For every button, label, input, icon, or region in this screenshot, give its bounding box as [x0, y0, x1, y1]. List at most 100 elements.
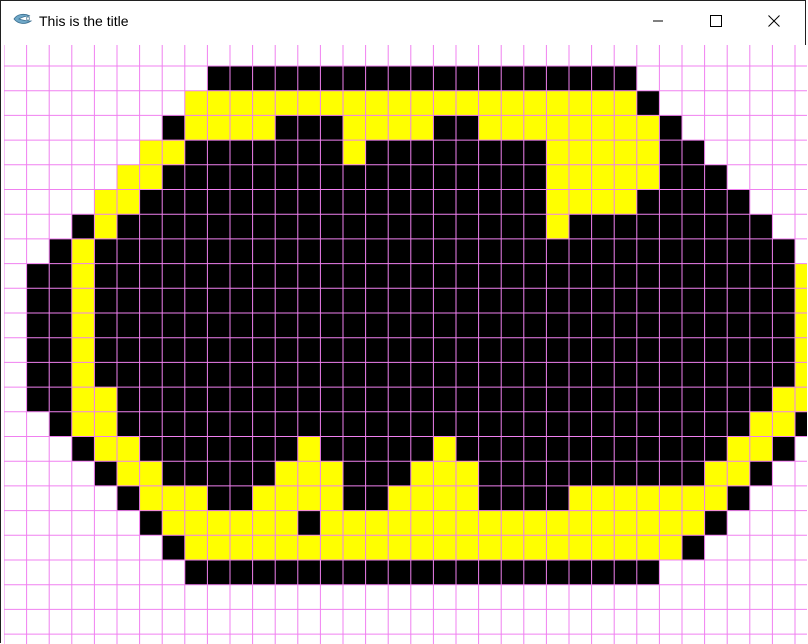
pixel-black[interactable] [614, 387, 637, 412]
pixel-yellow[interactable] [433, 461, 456, 486]
pixel-black[interactable] [230, 140, 253, 165]
pixel-yellow[interactable] [591, 189, 615, 215]
pixel-black[interactable] [230, 485, 253, 511]
pixel-black[interactable] [388, 288, 411, 313]
pixel-yellow[interactable] [207, 535, 230, 560]
pixel-black[interactable] [433, 189, 456, 215]
pixel-black[interactable] [207, 436, 230, 462]
pixel-yellow[interactable] [410, 510, 434, 536]
pixel-black[interactable] [523, 485, 547, 511]
pixel-black[interactable] [252, 238, 276, 264]
pixel-black[interactable] [410, 189, 434, 215]
pixel-black[interactable] [704, 411, 728, 437]
pixel-black[interactable] [139, 387, 163, 412]
pixel-black[interactable] [659, 313, 682, 338]
pixel-yellow[interactable] [184, 90, 208, 116]
pixel-yellow[interactable] [207, 510, 230, 536]
pixel-black[interactable] [614, 411, 637, 437]
pixel-black[interactable] [636, 189, 660, 215]
pixel-yellow[interactable] [795, 313, 807, 338]
pixel-black[interactable] [139, 510, 163, 536]
pixel-black[interactable] [523, 560, 547, 585]
pixel-yellow[interactable] [569, 485, 592, 511]
pixel-black[interactable] [682, 238, 705, 264]
pixel-black[interactable] [523, 362, 547, 388]
pixel-black[interactable] [388, 436, 411, 462]
pixel-black[interactable] [252, 337, 276, 363]
pixel-black[interactable] [162, 436, 185, 462]
pixel-yellow[interactable] [71, 238, 95, 264]
pixel-black[interactable] [365, 189, 389, 215]
pixel-yellow[interactable] [569, 90, 592, 116]
pixel-black[interactable] [591, 238, 615, 264]
pixel-black[interactable] [546, 337, 569, 363]
pixel-black[interactable] [456, 115, 479, 141]
pixel-black[interactable] [320, 560, 343, 585]
pixel-black[interactable] [388, 66, 411, 91]
pixel-black[interactable] [569, 313, 592, 338]
pixel-black[interactable] [523, 189, 547, 215]
pixel-black[interactable] [659, 387, 682, 412]
pixel-black[interactable] [410, 164, 434, 190]
pixel-black[interactable] [410, 387, 434, 412]
pixel-yellow[interactable] [546, 189, 569, 215]
pixel-black[interactable] [682, 313, 705, 338]
pixel-black[interactable] [591, 560, 615, 585]
pixel-black[interactable] [117, 313, 140, 338]
pixel-black[interactable] [275, 66, 298, 91]
pixel-black[interactable] [94, 238, 117, 264]
pixel-black[interactable] [162, 238, 185, 264]
pixel-yellow[interactable] [523, 510, 547, 536]
pixel-black[interactable] [365, 560, 389, 585]
pixel-black[interactable] [704, 288, 728, 313]
pixel-black[interactable] [343, 411, 366, 437]
pixel-black[interactable] [523, 66, 547, 91]
pixel-black[interactable] [591, 214, 615, 239]
pixel-black[interactable] [410, 436, 434, 462]
pixel-black[interactable] [523, 164, 547, 190]
pixel-yellow[interactable] [71, 387, 95, 412]
pixel-black[interactable] [252, 436, 276, 462]
pixel-black[interactable] [230, 461, 253, 486]
pixel-yellow[interactable] [252, 510, 276, 536]
pixel-black[interactable] [727, 288, 750, 313]
pixel-black[interactable] [546, 461, 569, 486]
pixel-black[interactable] [252, 164, 276, 190]
pixel-yellow[interactable] [614, 140, 637, 165]
pixel-black[interactable] [320, 313, 343, 338]
pixel-yellow[interactable] [433, 436, 456, 462]
pixel-black[interactable] [410, 411, 434, 437]
pixel-black[interactable] [433, 66, 456, 91]
pixel-yellow[interactable] [320, 510, 343, 536]
pixel-black[interactable] [184, 362, 208, 388]
pixel-yellow[interactable] [230, 115, 253, 141]
pixel-black[interactable] [749, 337, 773, 363]
pixel-black[interactable] [682, 387, 705, 412]
pixel-black[interactable] [636, 461, 660, 486]
pixel-black[interactable] [569, 66, 592, 91]
pixel-black[interactable] [636, 313, 660, 338]
pixel-yellow[interactable] [727, 436, 750, 462]
pixel-black[interactable] [523, 263, 547, 289]
pixel-yellow[interactable] [297, 461, 321, 486]
pixel-black[interactable] [591, 313, 615, 338]
pixel-yellow[interactable] [117, 164, 140, 190]
pixel-black[interactable] [682, 288, 705, 313]
pixel-yellow[interactable] [659, 535, 682, 560]
pixel-yellow[interactable] [343, 140, 366, 165]
pixel-black[interactable] [207, 337, 230, 363]
pixel-black[interactable] [704, 387, 728, 412]
pixel-black[interactable] [252, 263, 276, 289]
pixel-yellow[interactable] [320, 90, 343, 116]
pixel-black[interactable] [456, 140, 479, 165]
pixel-black[interactable] [252, 189, 276, 215]
pixel-black[interactable] [410, 263, 434, 289]
pixel-black[interactable] [230, 189, 253, 215]
pixel-black[interactable] [252, 288, 276, 313]
pixel-black[interactable] [207, 66, 230, 91]
pixel-black[interactable] [546, 288, 569, 313]
pixel-yellow[interactable] [614, 164, 637, 190]
pixel-black[interactable] [478, 411, 502, 437]
pixel-grid-canvas[interactable] [4, 45, 807, 644]
pixel-black[interactable] [682, 535, 705, 560]
